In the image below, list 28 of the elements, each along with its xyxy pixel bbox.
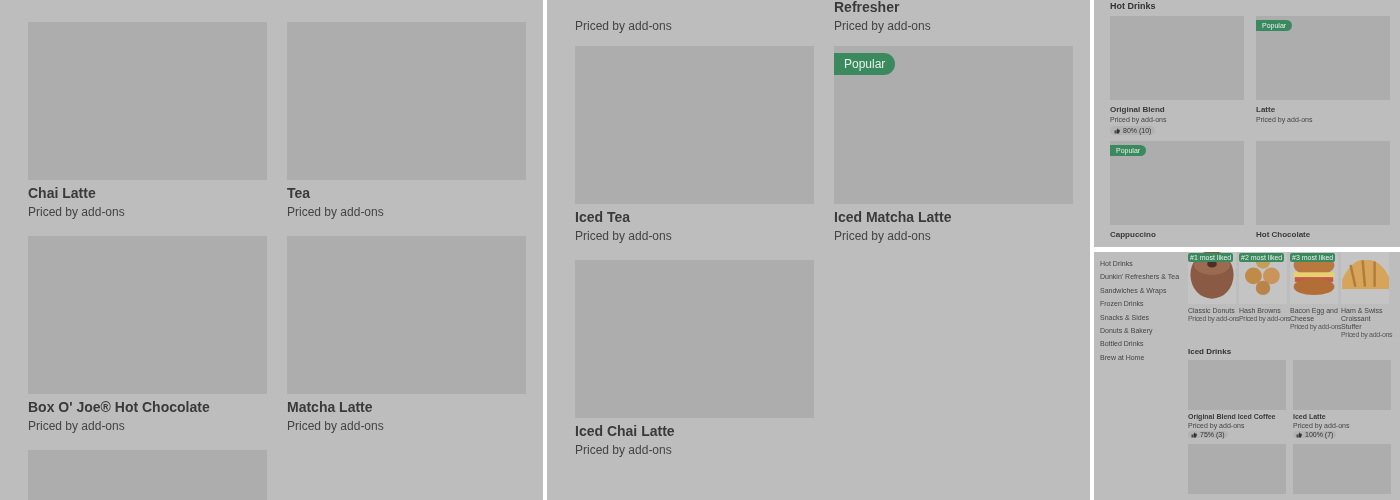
product-name[interactable]: Latte: [1256, 104, 1390, 115]
thumbs-up-icon: [1296, 431, 1302, 438]
product-name[interactable]: Iced Chai Latte: [575, 422, 814, 441]
section-heading: Iced Drinks: [1188, 347, 1233, 356]
thumbs-up-icon: [1191, 431, 1197, 438]
price-note: Priced by add-ons: [575, 18, 673, 35]
price-note: Priced by add-ons: [28, 418, 126, 435]
product-name[interactable]: Original Blend: [1110, 104, 1244, 115]
price-note: Priced by add-ons: [287, 418, 385, 435]
price-note: Priced by add-ons: [575, 228, 673, 245]
product-name[interactable]: Box O' Joe® Hot Chocolate: [28, 398, 267, 417]
price-note: Priced by add-ons: [575, 442, 673, 459]
thumbs-up-icon: [1114, 127, 1120, 134]
product-name[interactable]: Refresher: [834, 0, 1073, 17]
price-note: Priced by add-ons: [834, 18, 932, 35]
product-name[interactable]: Chai Latte: [28, 184, 267, 203]
product-name[interactable]: Hot Chocolate: [1256, 229, 1390, 240]
section-heading: Hot Drinks: [1110, 1, 1157, 13]
popular-badge: Popular: [834, 53, 896, 75]
product-name[interactable]: Iced Matcha Latte: [834, 208, 1073, 227]
price-note: Priced by add-ons: [834, 228, 932, 245]
product-name[interactable]: Cappuccino: [1110, 229, 1244, 240]
product-name[interactable]: Matcha Latte: [287, 398, 526, 417]
price-note: Priced by add-ons: [287, 204, 385, 221]
product-name[interactable]: Iced Tea: [575, 208, 814, 227]
price-note: Priced by add-ons: [28, 204, 126, 221]
product-name[interactable]: Tea: [287, 184, 526, 203]
image-placeholder[interactable]: Popular: [834, 46, 1073, 204]
